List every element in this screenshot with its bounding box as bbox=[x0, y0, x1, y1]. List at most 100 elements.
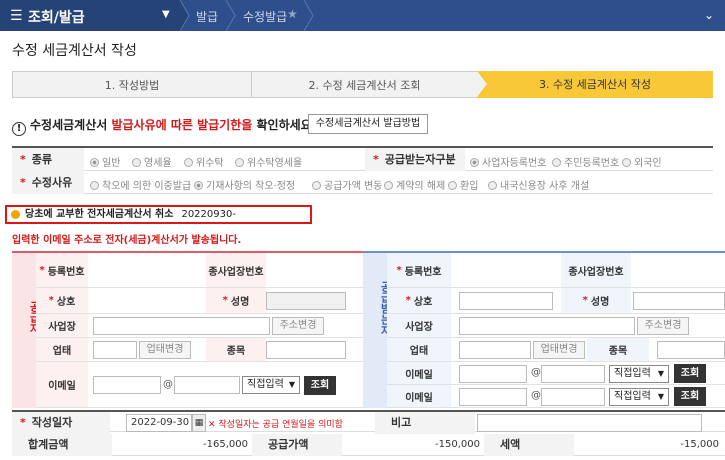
receiver-email2-domain-input[interactable] bbox=[541, 388, 605, 406]
receiver-email1-lookup-button[interactable]: 조회 bbox=[674, 364, 706, 383]
exclamation-icon: ! bbox=[12, 122, 26, 136]
receiver-email1-label: 이메일 bbox=[387, 362, 451, 384]
receiver-email2-lookup-button[interactable]: 조회 bbox=[674, 387, 706, 406]
receiver-biztype-label: 업태 bbox=[387, 338, 451, 361]
supplier-item-label: 종목 bbox=[206, 338, 266, 361]
total-value: -165,000 bbox=[203, 439, 248, 450]
step-bar: 1. 작성방법 2. 수정 세금계산서 조회 3. 수정 세금계산서 작성 bbox=[12, 71, 713, 98]
reason-radio-double[interactable]: 착오에 의한 이중발급 bbox=[90, 177, 191, 192]
total-label: 합계금액 bbox=[12, 434, 112, 456]
receiver-biztype-change-button[interactable]: 업태변경 bbox=[533, 341, 585, 359]
supplier-name-input[interactable] bbox=[266, 292, 346, 310]
supplier-subreg-label: 종사업장번호 bbox=[206, 253, 266, 287]
original-invoice-number: 20220930- bbox=[181, 209, 236, 220]
receiver-item-input[interactable] bbox=[657, 341, 725, 359]
supplier-address-input[interactable] bbox=[93, 317, 270, 335]
reason-radio-return[interactable]: 환입 bbox=[448, 177, 478, 192]
receiver-radio-bizno[interactable]: 사업자등록번호 bbox=[470, 154, 546, 169]
supplier-email-id-input[interactable] bbox=[93, 376, 161, 394]
type-radio-consign[interactable]: 위수탁 bbox=[184, 154, 224, 169]
breadcrumb-separator-icon bbox=[180, 0, 190, 31]
favorite-star-icon[interactable]: ★ bbox=[287, 7, 298, 21]
supplier-email-label: 이메일 bbox=[36, 362, 88, 407]
totals-row: 합계금액 -165,000 공급가액 -150,000 세액 -15,000 bbox=[12, 434, 725, 456]
supplier-address-label: 사업장 bbox=[36, 314, 88, 337]
top-nav: ☰ 조회/발급 ▼ 발급 수정발급 ★ ⌄ bbox=[0, 0, 725, 31]
supplier-biztype-change-button[interactable]: 업태변경 bbox=[139, 341, 191, 359]
receiver-item-label: 종목 bbox=[587, 338, 649, 361]
chevron-down-icon: ▼ bbox=[657, 369, 664, 378]
receiver-address-change-button[interactable]: 주소변경 bbox=[637, 317, 689, 335]
receiver-name-input[interactable] bbox=[633, 292, 725, 310]
step-2: 2. 수정 세금계산서 조회 bbox=[252, 71, 477, 98]
receiver-biztype-input[interactable] bbox=[459, 341, 531, 359]
receiver-email1-domain-input[interactable] bbox=[541, 365, 605, 383]
receiver-address-label: 사업장 bbox=[387, 314, 451, 337]
menu-title: 조회/발급 bbox=[28, 10, 85, 26]
breadcrumb-modify-issue[interactable]: 수정발급 bbox=[243, 8, 287, 25]
receiver-company-label: 상호 bbox=[413, 297, 433, 308]
receiver-company-input[interactable] bbox=[459, 292, 553, 310]
date-note: ✕ 작성일자는 공급 연월일을 의미함 bbox=[208, 420, 343, 430]
receiver-email1-domain-select[interactable]: 직접입력 ▼ bbox=[609, 365, 669, 383]
reason-radio-amount[interactable]: 공급가액 변동 bbox=[312, 177, 382, 192]
remark-input[interactable] bbox=[477, 414, 702, 432]
receiver-email2-label: 이메일 bbox=[387, 385, 451, 407]
chevron-down-icon: ▼ bbox=[288, 380, 295, 389]
type-radio-consign-zero[interactable]: 위수탁영세율 bbox=[235, 154, 302, 169]
calendar-icon[interactable]: ▦ bbox=[192, 414, 206, 432]
chevron-down-icon[interactable]: ⌄ bbox=[700, 8, 718, 22]
breadcrumb-separator-icon bbox=[304, 0, 314, 31]
original-invoice-cancel: 당초에 교부한 전자세금계산서 취소 20220930- bbox=[5, 205, 312, 224]
date-row: * 작성일자 2022-09-30 ▦ ✕ 작성일자는 공급 연월일을 의미함 비… bbox=[12, 410, 725, 434]
supplier-item-input[interactable] bbox=[266, 341, 346, 359]
receiver-radio-foreigner[interactable]: 외국인 bbox=[622, 154, 662, 169]
reason-radio-cancel[interactable]: 계약의 해제 bbox=[384, 177, 445, 192]
supplier-name-label: 성명 bbox=[230, 297, 250, 308]
menu-dropdown[interactable]: ☰ 조회/발급 ▼ bbox=[0, 0, 180, 31]
remark-label: 비고 bbox=[375, 412, 475, 434]
receiver-email1-id-input[interactable] bbox=[459, 365, 527, 383]
supplier-email-domain-input[interactable] bbox=[174, 376, 240, 394]
supplier-address-change-button[interactable]: 주소변경 bbox=[272, 317, 324, 335]
hamburger-icon[interactable]: ☰ bbox=[10, 8, 23, 24]
page-title: 수정 세금계산서 작성 bbox=[12, 43, 137, 59]
reason-radio-lc[interactable]: 내국신용장 사후 개설 bbox=[488, 177, 589, 192]
reason-radio-correction[interactable]: 기재사항의 착오·정정 bbox=[194, 177, 295, 192]
supplier-regno-label: 등록번호 bbox=[47, 266, 85, 278]
supplier-email-lookup-button[interactable]: 조회 bbox=[304, 376, 336, 395]
type-row: * 종류 일반 영세율 위수탁 위수탁영세율 * 공급받는자구분 사업자등록번호 주… bbox=[12, 148, 713, 171]
receiver-email2-domain-select[interactable]: 직접입력 ▼ bbox=[609, 388, 669, 406]
caret-down-icon: ▼ bbox=[162, 9, 170, 20]
breadcrumb-issue[interactable]: 발급 bbox=[196, 8, 218, 25]
date-input[interactable]: 2022-09-30 bbox=[126, 414, 192, 432]
at-sign: @ bbox=[163, 379, 173, 390]
receiver-type-label: 공급받는자구분 bbox=[384, 153, 456, 166]
type-radio-zero-rate[interactable]: 영세율 bbox=[132, 154, 172, 169]
reason-label: 수정사유 bbox=[31, 176, 73, 189]
supplier-section: 공급자 * 등록번호 종사업장번호 * 상호 * 성명 사업장 주소변경 업태 업태변… bbox=[12, 251, 363, 408]
receiver-regno-label: 등록번호 bbox=[404, 266, 442, 278]
type-radio-general[interactable]: 일반 bbox=[90, 154, 120, 169]
issue-method-button[interactable]: 수정세금계산서 발급방법 bbox=[308, 114, 428, 134]
receiver-section: 공급받는자 * 등록번호 종사업장번호 * 상호 * 성명 사업장 주소변경 업태 업… bbox=[363, 251, 725, 408]
supply-value: -150,000 bbox=[435, 439, 480, 450]
step-1: 1. 작성방법 bbox=[12, 71, 252, 98]
at-sign: @ bbox=[531, 367, 541, 378]
orange-dot-icon bbox=[11, 210, 20, 219]
type-table: * 종류 일반 영세율 위수탁 위수탁영세율 * 공급받는자구분 사업자등록번호 주… bbox=[12, 146, 713, 194]
receiver-subreg-label: 종사업장번호 bbox=[561, 253, 631, 287]
breadcrumb-separator-icon bbox=[226, 0, 236, 31]
tax-value: -15,000 bbox=[680, 439, 719, 450]
receiver-name-label: 성명 bbox=[590, 297, 610, 308]
supplier-biztype-label: 업태 bbox=[36, 338, 88, 361]
receiver-radio-resident[interactable]: 주민등록번호 bbox=[552, 154, 619, 169]
notice-text: ! 수정세금계산서 발급사유에 따른 발급기한을 확인하세요. bbox=[12, 116, 316, 136]
supply-label: 공급가액 bbox=[252, 434, 342, 456]
supplier-email-domain-select[interactable]: 직접입력 ▼ bbox=[242, 376, 300, 394]
receiver-address-input[interactable] bbox=[459, 317, 635, 335]
receiver-email2-id-input[interactable] bbox=[459, 388, 527, 406]
supplier-biztype-input[interactable] bbox=[93, 341, 137, 359]
tax-label: 세액 bbox=[484, 434, 574, 456]
chevron-down-icon: ▼ bbox=[657, 392, 664, 401]
